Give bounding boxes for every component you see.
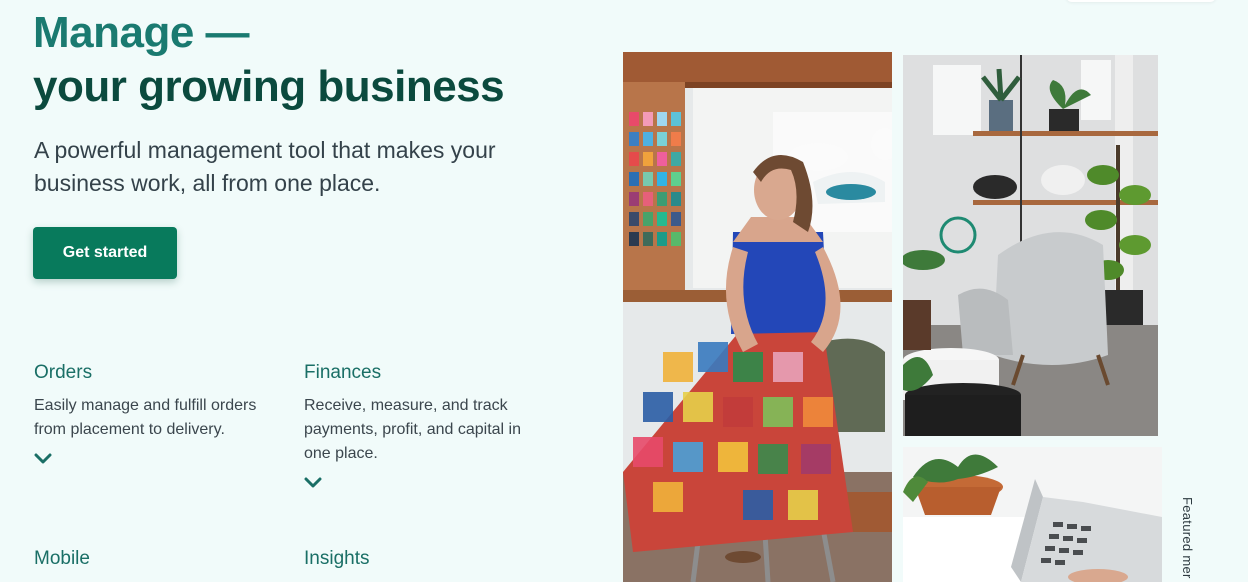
feature-description: Receive, measure, and track payments, pr…: [304, 397, 522, 462]
get-started-button[interactable]: Get started: [33, 227, 177, 279]
hero-title-line2: your growing business: [33, 62, 505, 111]
laptop-photo: [903, 447, 1162, 582]
hero-title-line1: Manage —: [33, 8, 250, 57]
feature-finances: Finances Receive, measure, and track pay…: [304, 361, 544, 490]
hero-title: Manage — your growing business: [33, 6, 505, 114]
header-pill: [1066, 0, 1216, 2]
feature-mobile: Mobile: [34, 547, 274, 571]
feature-insights: Insights: [304, 547, 544, 571]
feature-description: Easily manage and fulfill orders from pl…: [34, 397, 257, 438]
featured-merchant-caption: Featured mer: [1180, 497, 1195, 579]
chevron-down-icon[interactable]: [34, 452, 52, 466]
feature-orders: Orders Easily manage and fulfill orders …: [34, 361, 274, 466]
feature-title: Mobile: [34, 548, 90, 569]
hero-subtitle: A powerful management tool that makes yo…: [34, 137, 496, 196]
chevron-down-icon[interactable]: [304, 476, 322, 490]
merchant-photo: [623, 52, 892, 582]
interior-photo: [903, 55, 1158, 436]
page: Manage — your growing business A powerfu…: [0, 0, 1248, 582]
feature-title: Orders: [34, 362, 93, 383]
feature-title: Insights: [304, 548, 370, 569]
feature-title: Finances: [304, 362, 382, 383]
